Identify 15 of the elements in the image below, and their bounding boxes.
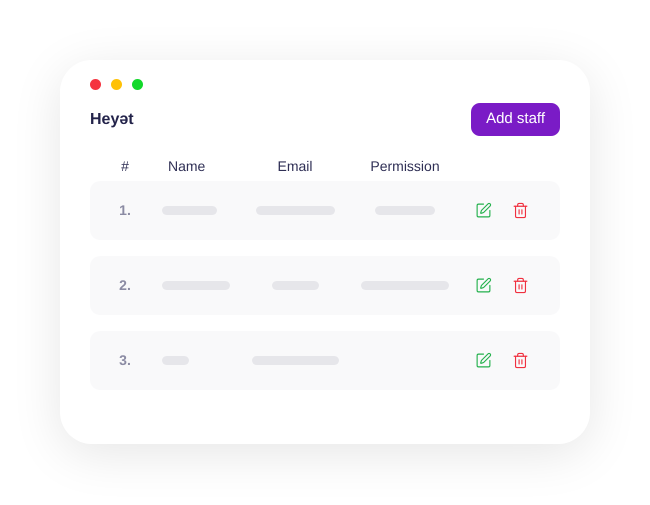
trash-icon[interactable]: [512, 277, 529, 294]
edit-icon[interactable]: [475, 352, 492, 369]
edit-icon[interactable]: [475, 277, 492, 294]
page-title: Heyət: [90, 110, 134, 130]
column-header: Permission: [370, 156, 440, 176]
column-header: Email: [277, 156, 312, 176]
edit-icon[interactable]: [475, 202, 492, 219]
column-header: Name: [168, 156, 206, 176]
row-number: 1.: [119, 201, 131, 220]
row-number: 3.: [119, 351, 131, 370]
add-staff-button[interactable]: Add staff: [471, 103, 560, 136]
trash-icon[interactable]: [512, 352, 529, 369]
trash-icon[interactable]: [512, 202, 529, 219]
row-number: 2.: [119, 276, 131, 295]
column-header: #: [121, 156, 129, 176]
